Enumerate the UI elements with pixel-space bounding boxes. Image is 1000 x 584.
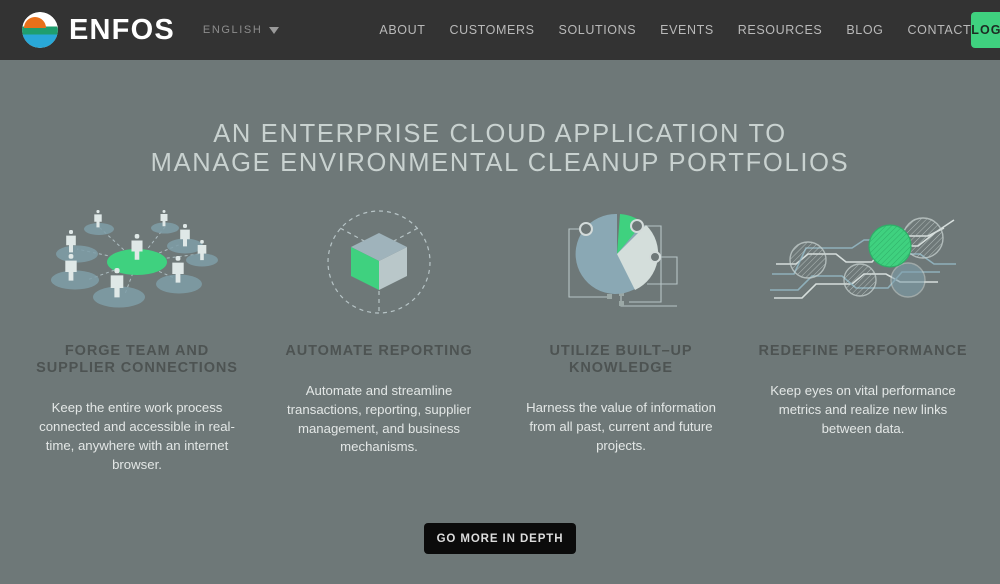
nav-item-solutions[interactable]: SOLUTIONS (559, 23, 637, 37)
feature-title: REDEFINE PERFORMANCE (758, 343, 968, 360)
go-more-in-depth-button[interactable]: GO MORE IN DEPTH (424, 523, 576, 555)
isometric-cube-icon (266, 202, 492, 322)
brand-logo[interactable]: ENFOS (22, 12, 175, 48)
chevron-down-icon (269, 26, 280, 34)
brand-wordmark: ENFOS (69, 13, 175, 46)
feature-title: FORGE TEAM AND SUPPLIER CONNECTIONS (36, 343, 238, 377)
highlighted-node (868, 224, 912, 268)
feature-item: UTILIZE BUILT–UP KNOWLEDGE Harness the v… (500, 202, 742, 474)
feature-list: FORGE TEAM AND SUPPLIER CONNECTIONS Keep… (0, 202, 1000, 474)
feature-title: AUTOMATE REPORTING (285, 343, 473, 360)
feature-title: UTILIZE BUILT–UP KNOWLEDGE (549, 343, 693, 377)
cta-section: GO MORE IN DEPTH (0, 523, 1000, 555)
language-selector[interactable]: ENGLISH (203, 24, 280, 36)
login-button[interactable]: LOGIN (971, 12, 1000, 48)
feature-body: Automate and streamline transactions, re… (287, 383, 471, 455)
nav-item-customers[interactable]: CUSTOMERS (449, 23, 534, 37)
pie-chart-circuit-icon (508, 202, 734, 322)
feature-item: AUTOMATE REPORTING Automate and streamli… (258, 202, 500, 474)
feature-body: Harness the value of information from al… (526, 400, 716, 453)
feature-body: Keep the entire work process connected a… (39, 400, 235, 472)
site-header: ENFOS ENGLISH ABOUT CUSTOMERS SOLUTIONS … (0, 0, 1000, 60)
language-label: ENGLISH (202, 24, 263, 36)
main-navigation: ABOUT CUSTOMERS SOLUTIONS EVENTS RESOURC… (379, 23, 971, 37)
nav-item-resources[interactable]: RESOURCES (738, 23, 823, 37)
nav-item-events[interactable]: EVENTS (660, 23, 714, 37)
hero-section: AN ENTERPRISE CLOUD APPLICATION TO MANAG… (0, 60, 1000, 177)
nav-item-blog[interactable]: BLOG (846, 23, 883, 37)
nav-item-contact[interactable]: CONTACT (908, 23, 972, 37)
feature-body: Keep eyes on vital performance metrics a… (770, 383, 956, 436)
feature-item: FORGE TEAM AND SUPPLIER CONNECTIONS Keep… (16, 202, 258, 474)
people-network-icon (24, 202, 250, 322)
data-links-nodes-icon (750, 202, 976, 322)
enfos-circle-logo-icon (22, 12, 58, 48)
headline-line-2: MANAGE ENVIRONMENTAL CLEANUP PORTFOLIOS (150, 148, 850, 177)
headline-line-1: AN ENTERPRISE CLOUD APPLICATION TO (213, 120, 787, 148)
nav-item-about[interactable]: ABOUT (379, 23, 425, 37)
feature-item: REDEFINE PERFORMANCE Keep eyes on vital … (742, 202, 984, 474)
page-title: AN ENTERPRISE CLOUD APPLICATION TO MANAG… (0, 120, 1000, 177)
